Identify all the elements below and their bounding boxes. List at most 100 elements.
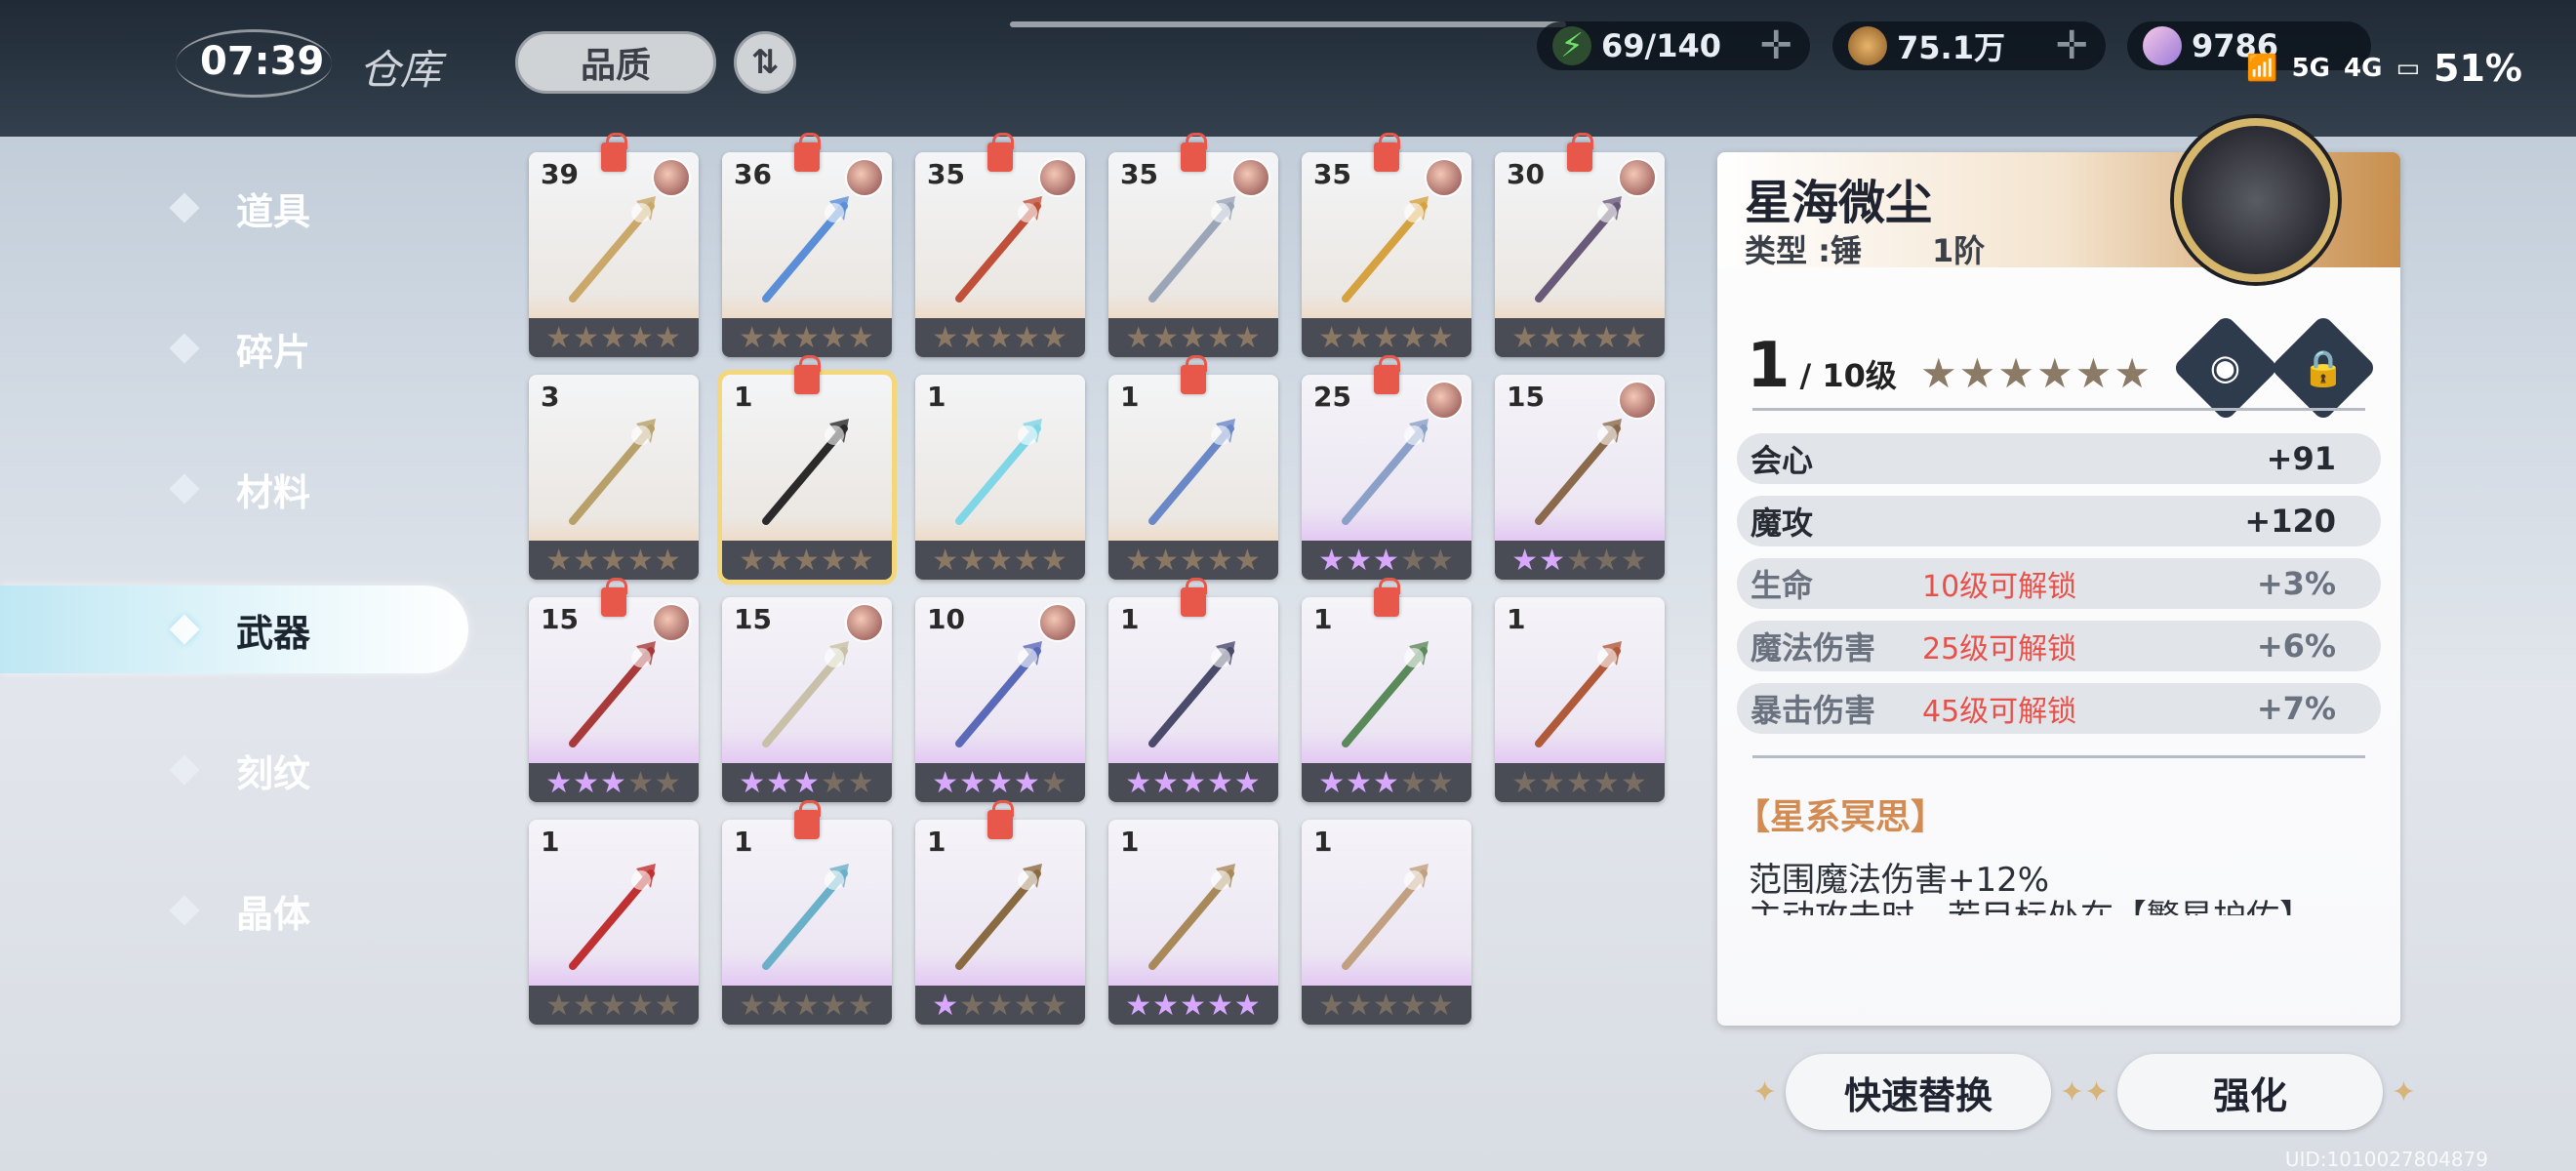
lock-icon xyxy=(987,800,1014,839)
stat-value: +91 xyxy=(2266,440,2336,477)
weapon-icon xyxy=(1138,859,1245,976)
lock-icon xyxy=(794,800,821,839)
weapon-card[interactable]: 35 ★★★★★ xyxy=(1108,152,1278,357)
weapon-card[interactable]: 1 ★★★★★ xyxy=(915,375,1085,580)
star-bar: ★★★★★ xyxy=(1302,318,1471,357)
diamond-icon xyxy=(169,333,200,364)
weapon-card[interactable]: 1 ★★★★★ xyxy=(915,820,1085,1025)
quick-replace-button[interactable]: 快速替换 xyxy=(1752,1054,2084,1130)
weapon-card[interactable]: 1 ★★★★★ xyxy=(1108,597,1278,802)
stat-name: 暴击伤害 xyxy=(1751,692,1876,729)
lock-toggle-button[interactable]: 🔒 xyxy=(2269,313,2378,423)
weapon-level: 1 xyxy=(927,381,946,413)
weapon-level: 39 xyxy=(541,158,579,190)
sidebar-item-4[interactable]: 刻纹 xyxy=(0,726,468,814)
weapon-card[interactable]: 10 ★ ★ ★ ★ ★ xyxy=(915,597,1085,802)
weapon-detail-panel: 星海微尘 类型 :锤 1阶 1 / 10级 ★★★★★★ ◉ 🔒 会心 +91 魔攻… xyxy=(1717,118,2400,1026)
star-bar: ★★★★★ xyxy=(722,763,892,802)
add-stamina-button[interactable]: ✛ xyxy=(1759,23,1792,68)
level-row: 1 / 10级 xyxy=(1747,330,1897,402)
weapon-level: 10 xyxy=(927,603,965,635)
weapon-card[interactable]: 15 ★★★★★ xyxy=(1495,375,1665,580)
weapon-icon xyxy=(945,636,1052,753)
weapon-icon xyxy=(945,414,1052,531)
stat-row: 会心 +91 xyxy=(1737,433,2381,484)
stat-value: +120 xyxy=(2244,503,2336,540)
eye-icon: ◉ xyxy=(2210,347,2241,388)
weapon-card[interactable]: 30 ★★★★★ xyxy=(1495,152,1665,357)
uid-label: UID:1010027804879 xyxy=(2284,1148,2488,1171)
weapon-level: 1 xyxy=(1507,603,1526,635)
sort-icon[interactable]: ⇅ xyxy=(734,31,796,94)
weapon-level: 35 xyxy=(927,158,965,190)
weapon-icon xyxy=(1138,191,1245,308)
weapon-card[interactable]: 1 ★★★★★ xyxy=(1108,375,1278,580)
system-status: 📶 5G 4G ▭ 51% xyxy=(2246,47,2522,90)
weapon-card[interactable]: 1 ★★★★★ xyxy=(1302,820,1471,1025)
stat-value: +6% xyxy=(2256,627,2336,665)
weapon-card[interactable]: 1 ★★★★★ xyxy=(1302,597,1471,802)
weapon-card[interactable]: 35 ★★★★★ xyxy=(1302,152,1471,357)
star-bar: ★★★★★ xyxy=(529,763,699,802)
weapon-card[interactable]: 1 ★★★★★ xyxy=(529,820,699,1025)
weapon-level: 15 xyxy=(1507,381,1545,413)
weapon-icon xyxy=(558,191,665,308)
weapon-card[interactable]: 25 ★ ★ ★ ★★ xyxy=(1302,375,1471,580)
weapon-icon xyxy=(751,859,859,976)
weapon-card[interactable]: 3 ★★★★★ xyxy=(529,375,699,580)
lock-icon xyxy=(1181,578,1207,617)
weapon-card[interactable]: 15 ★★★★★ xyxy=(722,597,892,802)
sidebar-item-5[interactable]: 晶体 xyxy=(0,867,468,954)
weapon-icon xyxy=(1331,414,1438,531)
weapon-card[interactable]: 15 ★★★★★ xyxy=(529,597,699,802)
sidebar-item-label: 材料 xyxy=(236,470,311,514)
sidebar-item-2[interactable]: 材料 xyxy=(0,445,468,533)
skill-description-more: 主动攻击时，若目标处在【繁星护佑】 xyxy=(1749,890,2334,915)
stat-unlock-requirement: 10级可解锁 xyxy=(1922,570,2077,604)
weapon-card[interactable]: 36 ★★★★★ xyxy=(722,152,892,357)
lock-icon xyxy=(1374,133,1400,172)
stat-row: 生命 10级可解锁 +3% xyxy=(1737,558,2381,609)
quality-filter-button[interactable]: 品质 xyxy=(515,31,716,94)
stat-value: +7% xyxy=(2256,690,2336,727)
weapon-icon xyxy=(1331,191,1438,308)
pull-indicator xyxy=(1010,21,1566,27)
star-bar: ★★★★★ xyxy=(915,318,1085,357)
sidebar-item-3[interactable]: 武器 xyxy=(0,586,468,673)
weapon-level: 35 xyxy=(1120,158,1158,190)
page-title: 仓库 xyxy=(359,46,442,94)
weapon-icon xyxy=(1138,636,1245,753)
weapon-level: 35 xyxy=(1313,158,1351,190)
enhance-button[interactable]: 强化 xyxy=(2084,1054,2416,1130)
weapon-card[interactable]: 35 ★★★★★ xyxy=(915,152,1085,357)
star-bar: ★★★★★ xyxy=(529,318,699,357)
add-gold-button[interactable]: ✛ xyxy=(2055,23,2088,68)
star-bar: ★★★★★ xyxy=(722,318,892,357)
gem-icon xyxy=(2143,26,2182,65)
weapon-icon xyxy=(1524,636,1631,753)
weapon-icon xyxy=(1524,414,1631,531)
sidebar-item-1[interactable]: 碎片 xyxy=(0,304,468,392)
weapon-card[interactable]: 1 ★★★★★ xyxy=(1495,597,1665,802)
gold-counter: 75.1万 ✛ xyxy=(1832,21,2106,70)
lock-icon xyxy=(794,355,821,394)
weapon-icon xyxy=(751,191,859,308)
weapon-card[interactable]: 1 ★★★★★ xyxy=(717,370,897,585)
star-bar: ★★★★★ xyxy=(1108,318,1278,357)
weapon-level: 1 xyxy=(1120,826,1140,858)
star-bar: ★★★★★ xyxy=(915,541,1085,580)
star-bar: ★★★★★ xyxy=(1302,541,1471,580)
skill-title: 【星系冥思】 xyxy=(1735,797,1947,837)
stat-unlock-requirement: 25级可解锁 xyxy=(1922,632,2077,666)
weapon-card[interactable]: 1 ★★★★★ xyxy=(722,820,892,1025)
sidebar-item-0[interactable]: 道具 xyxy=(0,164,468,252)
weapon-level: 1 xyxy=(734,381,753,413)
weapon-card[interactable]: 39 ★★★★★ xyxy=(529,152,699,357)
stat-name: 魔攻 xyxy=(1751,505,1814,542)
preview-eye-button[interactable]: ◉ xyxy=(2171,313,2280,423)
stat-row: 暴击伤害 45级可解锁 +7% xyxy=(1737,683,2381,734)
weapon-card[interactable]: 1 ★★★★★ xyxy=(1108,820,1278,1025)
weapon-level: 25 xyxy=(1313,381,1351,413)
lock-icon xyxy=(794,133,821,172)
star-bar: ★★★★★ xyxy=(1302,986,1471,1025)
